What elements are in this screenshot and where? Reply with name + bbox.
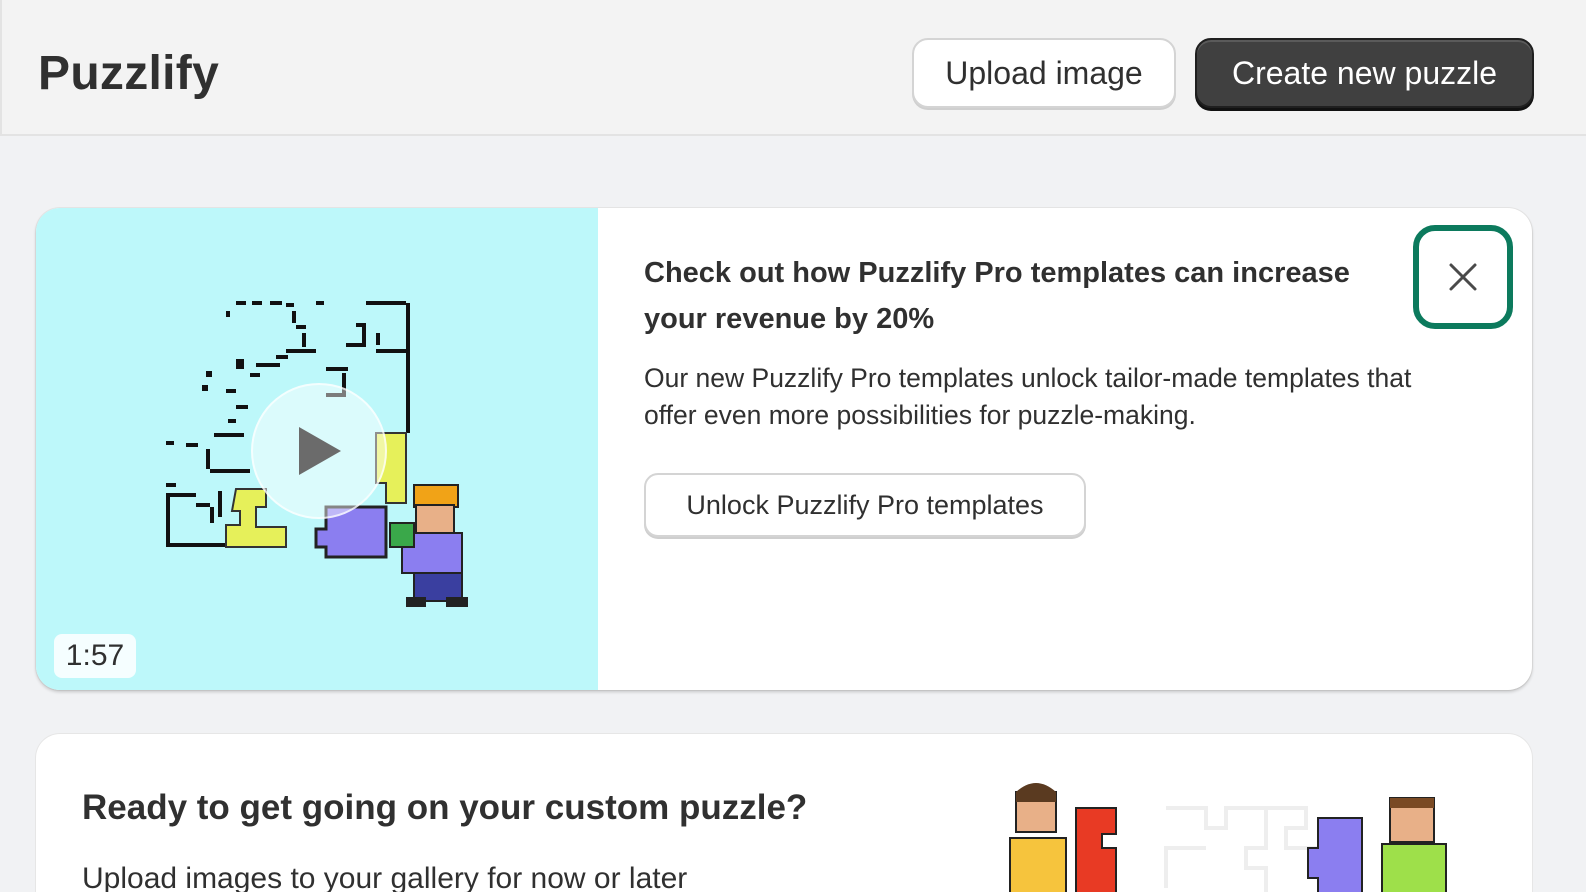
play-button[interactable] bbox=[251, 383, 387, 519]
close-icon bbox=[1449, 263, 1477, 291]
puzzle-characters-illustration bbox=[1009, 783, 1447, 892]
app-header: Puzzlify Upload image Create new puzzle bbox=[0, 0, 1586, 136]
getting-started-heading: Ready to get going on your custom puzzle… bbox=[82, 788, 808, 827]
unlock-pro-templates-button[interactable]: Unlock Puzzlify Pro templates bbox=[644, 473, 1086, 537]
promo-card: 1:57 Check out how Puzzlify Pro template… bbox=[36, 208, 1532, 690]
create-new-puzzle-button[interactable]: Create new puzzle bbox=[1195, 38, 1534, 108]
promo-description: Our new Puzzlify Pro templates unlock ta… bbox=[644, 363, 1412, 430]
getting-started-card: Ready to get going on your custom puzzle… bbox=[36, 734, 1532, 892]
promo-heading: Check out how Puzzlify Pro templates can… bbox=[644, 257, 1350, 335]
video-duration-badge: 1:57 bbox=[54, 634, 136, 678]
play-icon bbox=[299, 427, 341, 475]
video-thumbnail[interactable]: 1:57 bbox=[36, 208, 598, 690]
dismiss-promo-button[interactable] bbox=[1413, 225, 1513, 329]
getting-started-description: Upload images to your gallery for now or… bbox=[82, 862, 688, 892]
app-title: Puzzlify bbox=[38, 47, 220, 100]
upload-image-button[interactable]: Upload image bbox=[912, 38, 1176, 108]
